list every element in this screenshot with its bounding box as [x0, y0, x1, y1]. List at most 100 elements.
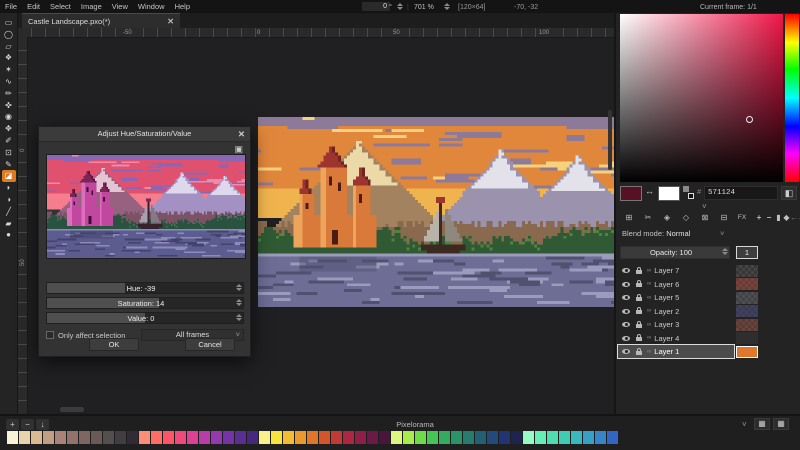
palette-swatch[interactable]: [463, 431, 474, 444]
cel-thumbnail[interactable]: [736, 319, 758, 331]
primary-color-swatch[interactable]: [620, 186, 642, 201]
cel-menu-icon[interactable]: ⊞: [620, 211, 638, 225]
palette-swatch[interactable]: [391, 431, 402, 444]
visibility-eye-icon[interactable]: [622, 282, 630, 287]
palette-swatch[interactable]: [547, 431, 558, 444]
menu-select[interactable]: Select: [45, 0, 76, 13]
value-stepper[interactable]: [236, 314, 242, 322]
palette-swatch[interactable]: [163, 431, 174, 444]
palette-swatch[interactable]: [127, 431, 138, 444]
palette-swatch[interactable]: [403, 431, 414, 444]
tool-bucket[interactable]: ◗: [2, 182, 16, 194]
visibility-eye-icon[interactable]: [622, 268, 630, 273]
tool-paint-select[interactable]: ✏: [2, 88, 16, 100]
effects-icon[interactable]: FX: [734, 211, 750, 225]
palette-swatch[interactable]: [307, 431, 318, 444]
cel-thumbnail[interactable]: [736, 265, 758, 277]
menu-view[interactable]: View: [107, 0, 133, 13]
palette-swatch[interactable]: [343, 431, 354, 444]
palette-swatch[interactable]: [367, 431, 378, 444]
default-colors-icon[interactable]: [683, 186, 695, 201]
cel-thumbnail-current[interactable]: [736, 346, 758, 358]
ok-button[interactable]: OK: [89, 338, 139, 351]
menu-window[interactable]: Window: [133, 0, 170, 13]
palette-swatch[interactable]: [103, 431, 114, 444]
swap-colors-icon[interactable]: ↔: [645, 186, 654, 196]
link-cels-icon[interactable]: ∞: [647, 281, 651, 287]
palette-swatch[interactable]: [79, 431, 90, 444]
layer-row-4[interactable]: ∞ Layer 4: [618, 332, 734, 345]
tool-zoom[interactable]: ◉: [2, 111, 16, 123]
layer-row-6[interactable]: ∞ Layer 6: [618, 278, 734, 291]
cancel-button[interactable]: Cancel: [185, 338, 235, 351]
link-cels-icon[interactable]: ∞: [647, 308, 651, 314]
tool-lasso[interactable]: ∿: [2, 76, 16, 88]
dialog-close-icon[interactable]: ✕: [238, 127, 245, 141]
drawing-canvas[interactable]: [258, 117, 614, 307]
lock-icon[interactable]: [636, 297, 642, 301]
visibility-eye-icon[interactable]: [622, 295, 630, 300]
palette-swatch[interactable]: [235, 431, 246, 444]
palette-swatch[interactable]: [439, 431, 450, 444]
hue-slider[interactable]: Hue: -39: [46, 282, 244, 294]
picker-expand-icon[interactable]: ˅: [702, 202, 707, 211]
tool-color-select[interactable]: ❖: [2, 52, 16, 64]
palette-swatch[interactable]: [67, 431, 78, 444]
palette-swatch[interactable]: [475, 431, 486, 444]
palette-swatch[interactable]: [199, 431, 210, 444]
palette-swatch[interactable]: [583, 431, 594, 444]
saturation-stepper[interactable]: [236, 299, 242, 307]
palette-swatch[interactable]: [451, 431, 462, 444]
tab-castle-landscape[interactable]: Castle Landscape.pxo(*) ✕: [22, 13, 180, 28]
palette-swatch[interactable]: [607, 431, 618, 444]
rotation-input[interactable]: 0: [362, 2, 390, 11]
lock-alpha-icon[interactable]: ◈: [658, 211, 676, 225]
hex-color-input[interactable]: 571124: [704, 186, 778, 200]
tool-pencil[interactable]: ✎: [2, 159, 16, 171]
new-palette-icon[interactable]: ▦: [773, 418, 789, 430]
link-cels-icon[interactable]: ∞: [647, 349, 651, 355]
tool-move[interactable]: ✜: [2, 100, 16, 112]
palette-swatch[interactable]: [31, 431, 42, 444]
palette-swatch[interactable]: [511, 431, 522, 444]
horizontal-scrollbar[interactable]: [60, 407, 84, 412]
cel-thumbnail[interactable]: [736, 332, 758, 344]
menu-file[interactable]: File: [0, 0, 22, 13]
palette-swatch[interactable]: [43, 431, 54, 444]
layer-row-1-selected[interactable]: ∞ Layer 1: [618, 345, 734, 358]
palette-swatch[interactable]: [535, 431, 546, 444]
palette-swatch[interactable]: [139, 431, 150, 444]
lock-icon[interactable]: [636, 310, 642, 314]
lock-icon[interactable]: [636, 324, 642, 328]
palette-swatch[interactable]: [7, 431, 18, 444]
palette-swatch[interactable]: [427, 431, 438, 444]
menu-help[interactable]: Help: [170, 0, 195, 13]
edit-palette-icon[interactable]: ▦: [754, 418, 770, 430]
palette-swatch[interactable]: [187, 431, 198, 444]
delete-cel-icon[interactable]: ⊟: [715, 211, 733, 225]
layer-row-7[interactable]: ∞ Layer 7: [618, 264, 734, 277]
lock-icon[interactable]: [636, 283, 642, 287]
saturation-value-square[interactable]: [620, 14, 783, 182]
layer-row-5[interactable]: ∞ Layer 5: [618, 291, 734, 304]
palette-swatch[interactable]: [415, 431, 426, 444]
palette-swatch[interactable]: [55, 431, 66, 444]
vertical-scrollbar[interactable]: [608, 110, 612, 170]
link-cels-icon[interactable]: ∞: [647, 268, 651, 274]
link-cels-icon[interactable]: ∞: [647, 295, 651, 301]
link-cels-icon[interactable]: ∞: [647, 322, 651, 328]
tool-shading[interactable]: ◑: [2, 194, 16, 206]
visibility-eye-icon[interactable]: [622, 349, 630, 354]
tool-line[interactable]: ╱: [2, 206, 16, 218]
secondary-color-swatch[interactable]: [658, 186, 680, 201]
palette-swatch[interactable]: [115, 431, 126, 444]
color-cursor[interactable]: [746, 116, 753, 123]
tool-eraser[interactable]: ◪: [2, 170, 16, 182]
opacity-slider[interactable]: Opacity: 100: [620, 246, 730, 259]
tool-polygon-select[interactable]: ▱: [2, 41, 16, 53]
color-mode-button[interactable]: ◧: [781, 186, 797, 200]
dialog-title-bar[interactable]: Adjust Hue/Saturation/Value ✕: [39, 127, 250, 142]
palette-swatch[interactable]: [595, 431, 606, 444]
palette-swatch[interactable]: [175, 431, 186, 444]
palette-swatch[interactable]: [91, 431, 102, 444]
